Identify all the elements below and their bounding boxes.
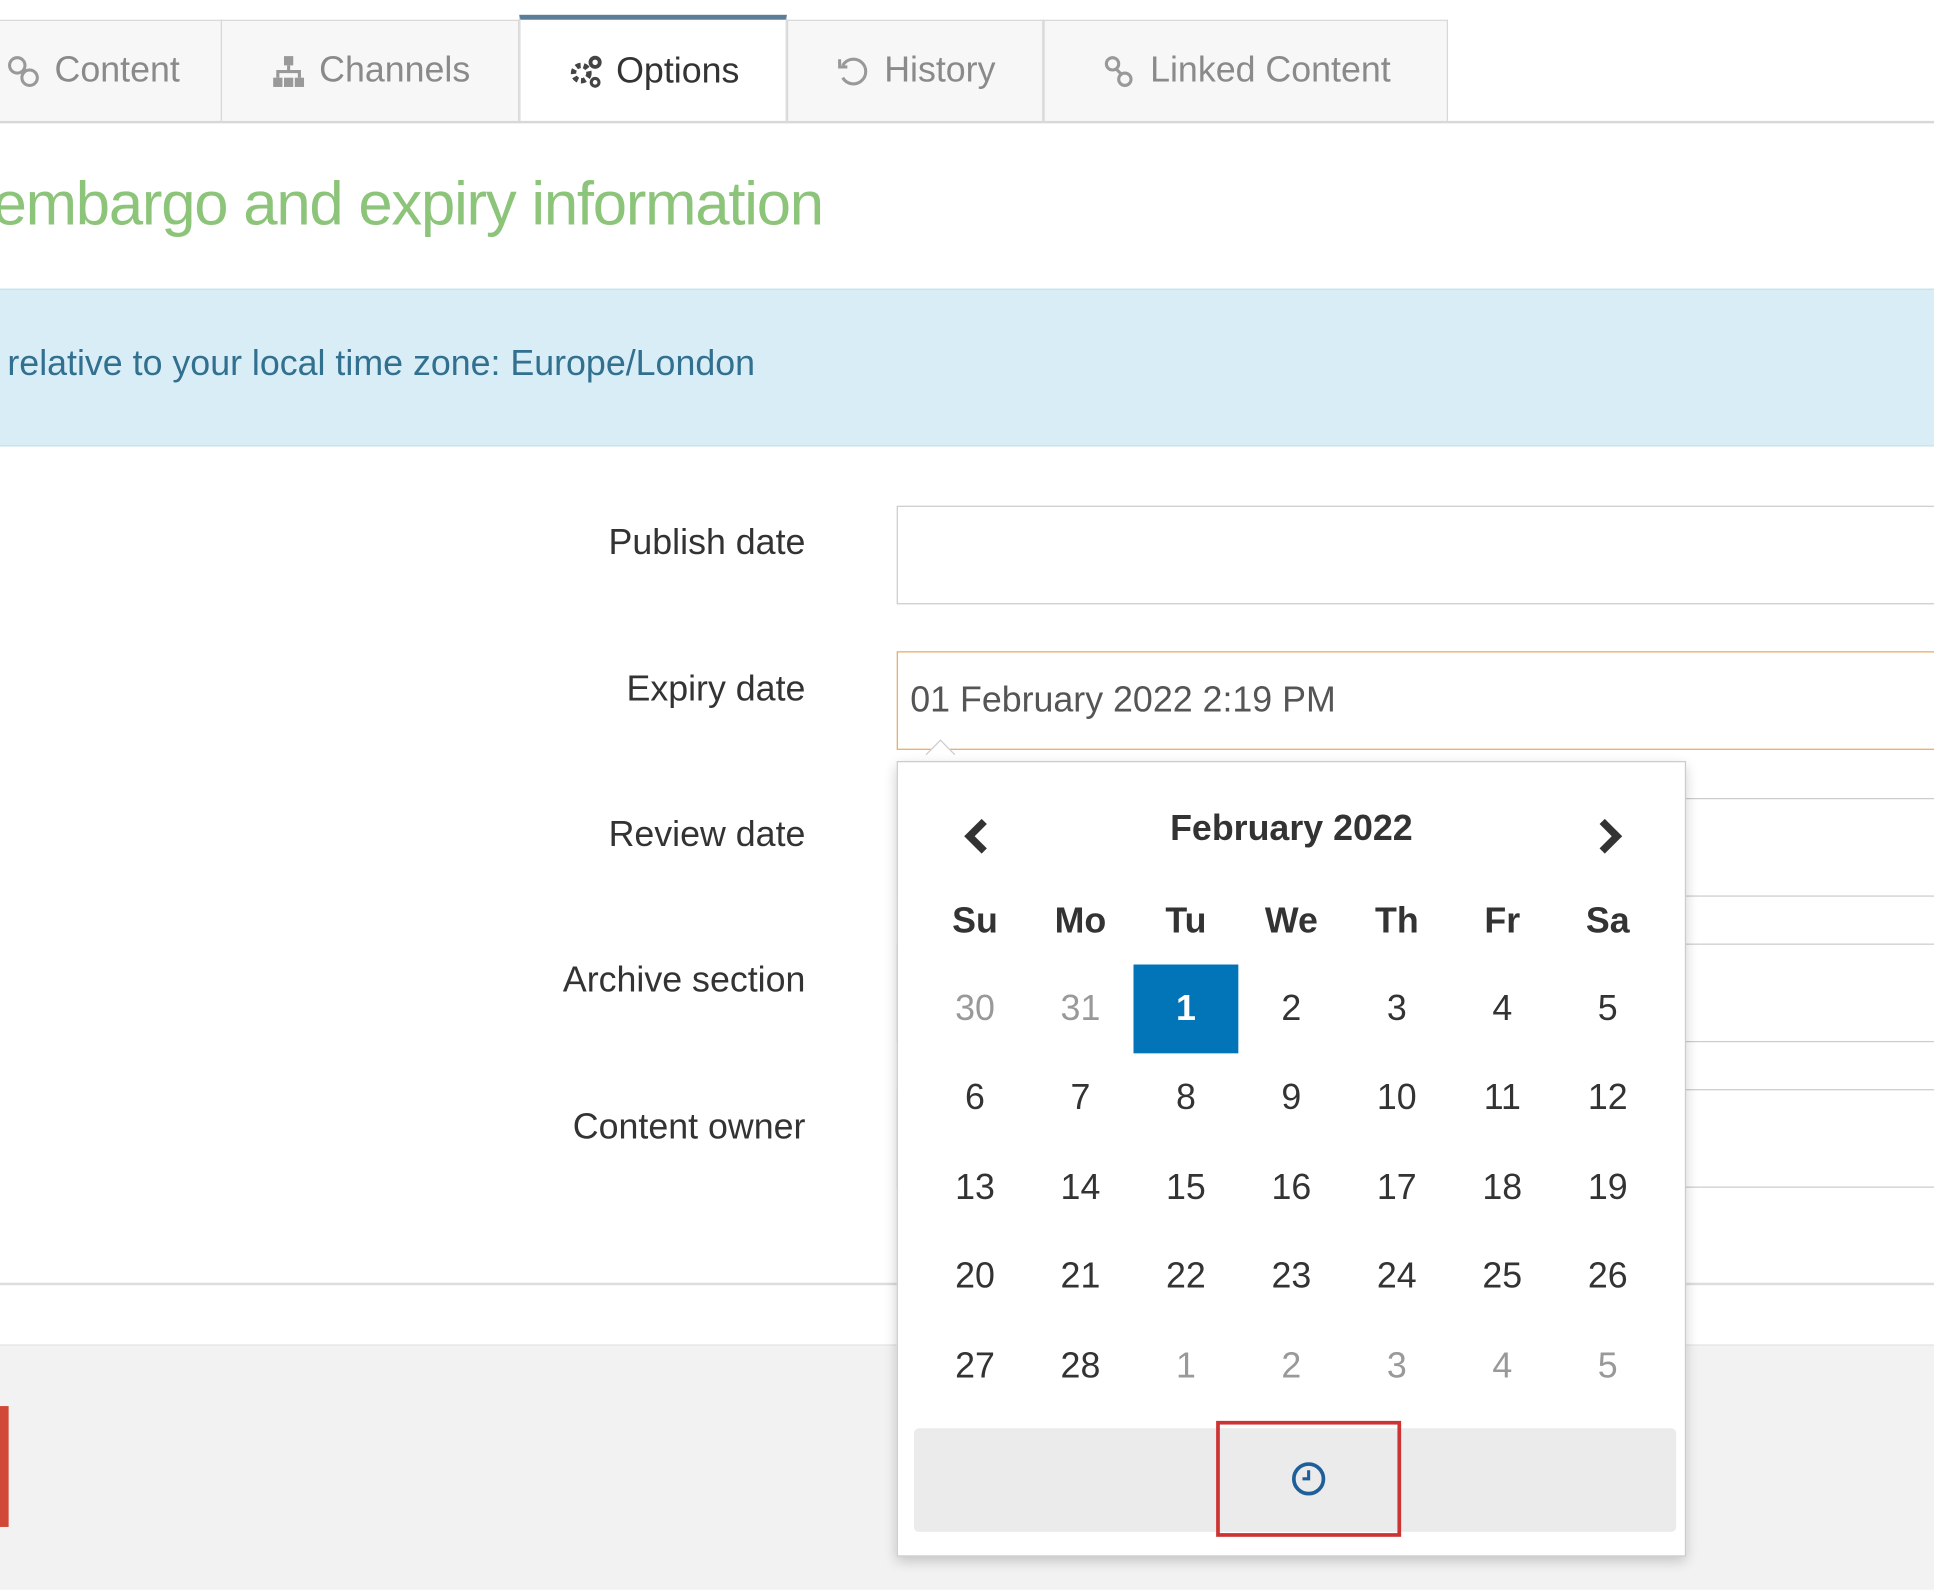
day-cell[interactable]: 17 (1344, 1143, 1449, 1232)
gears-icon (570, 55, 602, 88)
action-button[interactable] (0, 1406, 9, 1527)
day-cell[interactable]: 30 (923, 965, 1028, 1054)
day-cell[interactable]: 5 (1555, 965, 1660, 1054)
day-cell[interactable]: 6 (923, 1054, 1028, 1143)
tab-divider (0, 120, 1934, 124)
page: Content Channels Options History Linked … (0, 0, 1934, 1590)
day-cell[interactable]: 5 (1555, 1322, 1660, 1411)
day-cell[interactable]: 11 (1450, 1054, 1555, 1143)
weekday-header: Su (952, 900, 998, 941)
expiry-date-label: Expiry date (626, 669, 806, 710)
day-cell[interactable]: 21 (1028, 1233, 1133, 1322)
day-cell[interactable]: 7 (1028, 1054, 1133, 1143)
day-cell[interactable]: 8 (1133, 1054, 1238, 1143)
info-text: relative to your local time zone: Europe… (7, 344, 756, 384)
day-cell[interactable]: 27 (923, 1322, 1028, 1411)
day-cell[interactable]: 15 (1133, 1143, 1238, 1232)
publish-date-label: Publish date (608, 522, 806, 563)
content-owner-label: Content owner (572, 1107, 806, 1148)
weekday-header: Mo (1054, 900, 1107, 941)
day-cell[interactable]: 18 (1450, 1143, 1555, 1232)
day-cell[interactable]: 4 (1450, 965, 1555, 1054)
tab-channels[interactable]: Channels (220, 19, 520, 121)
review-date-label: Review date (608, 815, 806, 855)
day-cell[interactable]: 1 (1133, 1322, 1238, 1411)
archive-section-label: Archive section (562, 960, 806, 1001)
day-cell[interactable]: 3 (1344, 1322, 1449, 1411)
day-cell[interactable]: 22 (1133, 1233, 1238, 1322)
timezone-info-alert: relative to your local time zone: Europe… (0, 288, 1934, 447)
day-cell[interactable]: 20 (923, 1233, 1028, 1322)
day-cell-selected[interactable]: 1 (1133, 964, 1239, 1054)
time-picker-toggle-button[interactable] (1216, 1420, 1402, 1537)
expiry-date-input[interactable]: 01 February 2022 2:19 PM (896, 651, 1934, 750)
day-cell[interactable]: 2 (1239, 965, 1344, 1054)
tab-options[interactable]: Options (519, 14, 787, 124)
datepicker-toolbar (913, 1420, 1677, 1537)
content-icon (8, 55, 40, 87)
weekday-header: Th (1374, 900, 1419, 941)
tab-label: Linked Content (1150, 50, 1391, 91)
day-cell[interactable]: 2 (1239, 1322, 1344, 1411)
weekday-header: Fr (1484, 900, 1521, 941)
weekday-header: Sa (1585, 900, 1630, 941)
day-cell[interactable]: 31 (1028, 965, 1133, 1054)
day-cell[interactable]: 28 (1028, 1322, 1133, 1411)
section-heading: embargo and expiry information (0, 168, 824, 239)
publish-date-input[interactable] (896, 505, 1934, 605)
tab-linked-content[interactable]: Linked Content (1043, 19, 1449, 121)
datepicker-month-title[interactable]: February 2022 (898, 809, 1685, 850)
day-cell[interactable]: 9 (1239, 1054, 1344, 1143)
day-cell[interactable]: 24 (1344, 1233, 1449, 1322)
tab-label: Channels (319, 50, 471, 91)
weekday-header: Tu (1165, 900, 1207, 941)
day-cell[interactable]: 14 (1028, 1143, 1133, 1232)
link-icon (1105, 55, 1134, 87)
datepicker-popup: February 2022 Su Mo Tu We Th Fr Sa 30 31 1 2 3 4 5 6 7 8… (896, 761, 1687, 1557)
tab-label: History (884, 50, 996, 91)
day-cell[interactable]: 12 (1555, 1054, 1660, 1143)
tab-label: Content (54, 50, 180, 91)
day-cell[interactable]: 23 (1239, 1233, 1344, 1322)
next-month-button[interactable] (1585, 812, 1634, 861)
day-cell[interactable]: 13 (923, 1143, 1028, 1232)
tab-history[interactable]: History (786, 19, 1044, 121)
weekday-header: We (1264, 900, 1318, 941)
tab-content[interactable]: Content (0, 19, 223, 121)
day-cell[interactable]: 16 (1239, 1143, 1344, 1232)
day-cell[interactable]: 25 (1450, 1233, 1555, 1322)
day-cell[interactable]: 26 (1555, 1233, 1660, 1322)
clock-icon (1291, 1462, 1326, 1496)
day-cell[interactable]: 19 (1555, 1143, 1660, 1232)
chevron-right-icon (1599, 818, 1623, 854)
history-icon (837, 57, 868, 85)
day-cell[interactable]: 10 (1344, 1054, 1449, 1143)
tab-label: Options (616, 51, 740, 91)
day-cell[interactable]: 4 (1450, 1322, 1555, 1411)
day-cell[interactable]: 3 (1344, 965, 1449, 1054)
sitemap-icon (272, 55, 304, 87)
